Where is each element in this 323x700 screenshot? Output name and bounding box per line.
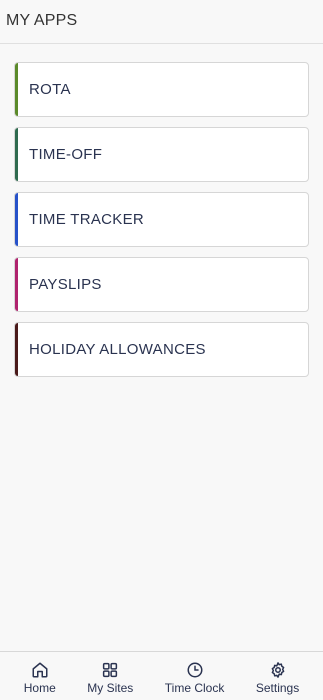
nav-time-clock[interactable]: Time Clock (164, 652, 225, 700)
nav-home-label: Home (23, 680, 56, 695)
app-card-time-tracker[interactable]: TIME TRACKER (14, 192, 309, 247)
header: MY APPS (0, 0, 323, 44)
page-title: MY APPS (6, 11, 78, 29)
app-card-rota[interactable]: ROTA (14, 62, 309, 117)
app-list: ROTA TIME-OFF TIME TRACKER PAYSLIPS HOLI… (0, 44, 323, 377)
nav-home[interactable]: Home (24, 652, 56, 700)
app-card-holiday-allowances[interactable]: HOLIDAY ALLOWANCES (14, 322, 309, 377)
grid-icon (103, 662, 118, 677)
nav-my-sites-label: My Sites (87, 680, 134, 695)
home-icon (32, 662, 48, 677)
app-root: MY APPS ROTA TIME-OFF TIME TRACKER PAYSL… (0, 0, 323, 700)
app-card-time-off[interactable]: TIME-OFF (14, 127, 309, 182)
nav-my-sites[interactable]: My Sites (87, 652, 133, 700)
app-card-label: TIME TRACKER (29, 211, 145, 228)
nav-settings[interactable]: Settings (256, 652, 299, 700)
app-card-label: PAYSLIPS (29, 276, 102, 293)
nav-settings-label: Settings (255, 680, 300, 695)
accent-bar (15, 258, 18, 311)
app-card-payslips[interactable]: PAYSLIPS (14, 257, 309, 312)
accent-bar (15, 193, 18, 246)
accent-bar (15, 128, 18, 181)
nav-time-clock-label: Time Clock (164, 680, 225, 695)
accent-bar (15, 323, 18, 376)
app-card-label: HOLIDAY ALLOWANCES (29, 341, 206, 358)
app-card-label: ROTA (29, 81, 71, 98)
accent-bar (15, 63, 18, 116)
clock-icon (187, 662, 203, 677)
gear-icon (271, 661, 284, 678)
bottom-nav: Home My Sites Time Clock Settings (0, 651, 323, 700)
app-card-label: TIME-OFF (29, 146, 103, 163)
